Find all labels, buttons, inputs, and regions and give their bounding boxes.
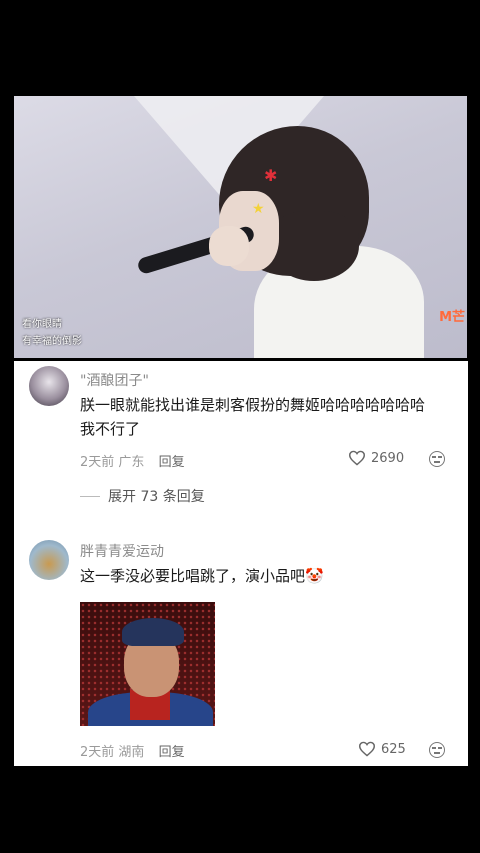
comment-image[interactable] bbox=[80, 602, 215, 726]
comment-location: 广东 bbox=[118, 455, 145, 470]
like-button[interactable]: 2690 bbox=[348, 450, 404, 466]
divider-line bbox=[80, 495, 100, 497]
red-star-clip-icon: ✱ bbox=[264, 166, 278, 185]
comment-time: 2天前 bbox=[80, 745, 115, 760]
channel-logo: M芒 bbox=[439, 310, 465, 325]
reply-button[interactable]: 回复 bbox=[159, 455, 185, 470]
comment-text-line-1: 朕一眼就能找出谁是刺客假扮的舞姬哈哈哈哈哈哈哈 bbox=[80, 396, 426, 414]
comment-location: 湖南 bbox=[118, 745, 145, 760]
expand-replies[interactable]: 展开 73 条回复 bbox=[80, 486, 205, 506]
like-count: 2690 bbox=[371, 450, 405, 466]
lyric-line-1: 看你眼睛 bbox=[22, 319, 62, 330]
like-count: 625 bbox=[381, 741, 406, 757]
sticker-cap bbox=[122, 618, 184, 646]
comment-username[interactable]: "酒酿团子" bbox=[80, 370, 149, 390]
comment-text-line-2: 我不行了 bbox=[80, 420, 141, 438]
comment-text: 这一季没必要比唱跳了，演小品吧🤡 bbox=[80, 567, 324, 585]
avatar[interactable] bbox=[29, 366, 69, 406]
lyric-line-2: 有幸福的倒影 bbox=[22, 336, 82, 347]
comment-panel: "酒酿团子" 朕一眼就能找出谁是刺客假扮的舞姬哈哈哈哈哈哈哈 我不行了 2天前 … bbox=[14, 361, 468, 766]
heart-outline-icon bbox=[348, 450, 366, 466]
comment-username[interactable]: 胖青青爱运动 bbox=[80, 541, 164, 561]
expand-replies-label: 展开 73 条回复 bbox=[108, 489, 205, 505]
comment-meta: 2天前 湖南 回复 bbox=[80, 741, 185, 760]
yellow-star-clip-icon: ★ bbox=[252, 201, 265, 217]
video-frame[interactable]: ✱ ★ 看你眼睛 有幸福的倒影 M芒 bbox=[14, 96, 467, 358]
meh-face-icon[interactable] bbox=[429, 742, 445, 758]
comment-meta: 2天前 广东 回复 bbox=[80, 451, 185, 470]
avatar[interactable] bbox=[29, 540, 69, 580]
reply-button[interactable]: 回复 bbox=[159, 745, 185, 760]
like-button[interactable]: 625 bbox=[358, 741, 406, 757]
singer-hand bbox=[209, 226, 249, 266]
comment-time: 2天前 bbox=[80, 455, 115, 470]
heart-outline-icon bbox=[358, 741, 376, 757]
meh-face-icon[interactable] bbox=[429, 451, 445, 467]
singer-hair-lower bbox=[269, 211, 359, 281]
